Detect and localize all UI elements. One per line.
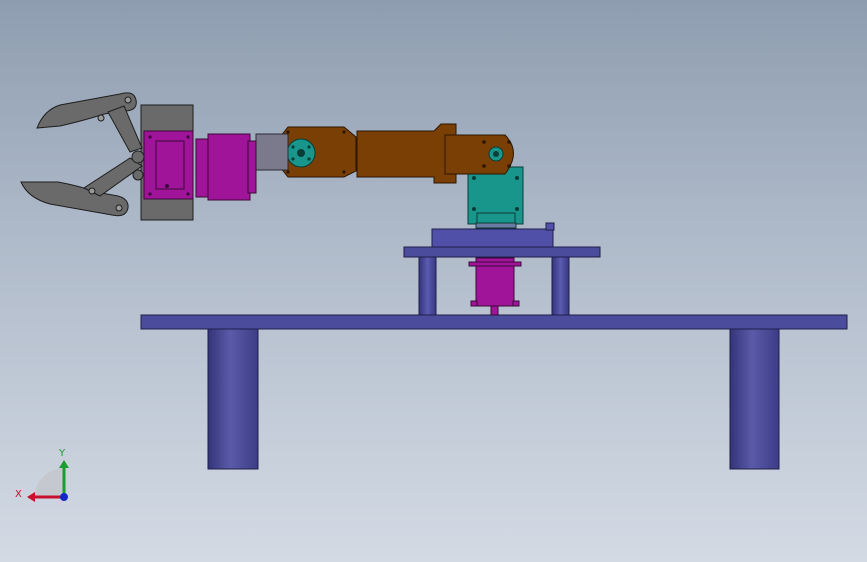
upper-arm[interactable] <box>356 123 514 184</box>
shoulder-servo[interactable] <box>467 166 524 229</box>
table-leg-left[interactable] <box>207 328 259 470</box>
cad-viewport[interactable]: Y X <box>0 0 867 562</box>
triad-y-label: Y <box>58 448 66 459</box>
table-leg-right[interactable] <box>729 328 780 470</box>
table-top[interactable] <box>140 314 848 330</box>
table[interactable] <box>140 314 848 470</box>
gripper[interactable] <box>20 92 145 217</box>
platform-post-right[interactable] <box>551 256 570 316</box>
coordinate-triad: Y X <box>15 448 69 502</box>
platform-plate[interactable] <box>403 246 601 258</box>
wrist-bracket[interactable] <box>255 133 289 171</box>
base-platform[interactable] <box>403 222 601 316</box>
platform-post-left[interactable] <box>418 256 437 316</box>
robot-arm-model[interactable]: Y X <box>0 0 867 562</box>
wrist-motor[interactable] <box>195 133 257 201</box>
triad-x-label: X <box>15 489 22 500</box>
elbow-joint[interactable] <box>279 126 357 178</box>
triad-z-axis <box>60 493 68 501</box>
gripper-mount-plate[interactable] <box>140 104 194 221</box>
triad-quarter-disc <box>35 468 64 497</box>
turntable[interactable] <box>431 228 554 248</box>
